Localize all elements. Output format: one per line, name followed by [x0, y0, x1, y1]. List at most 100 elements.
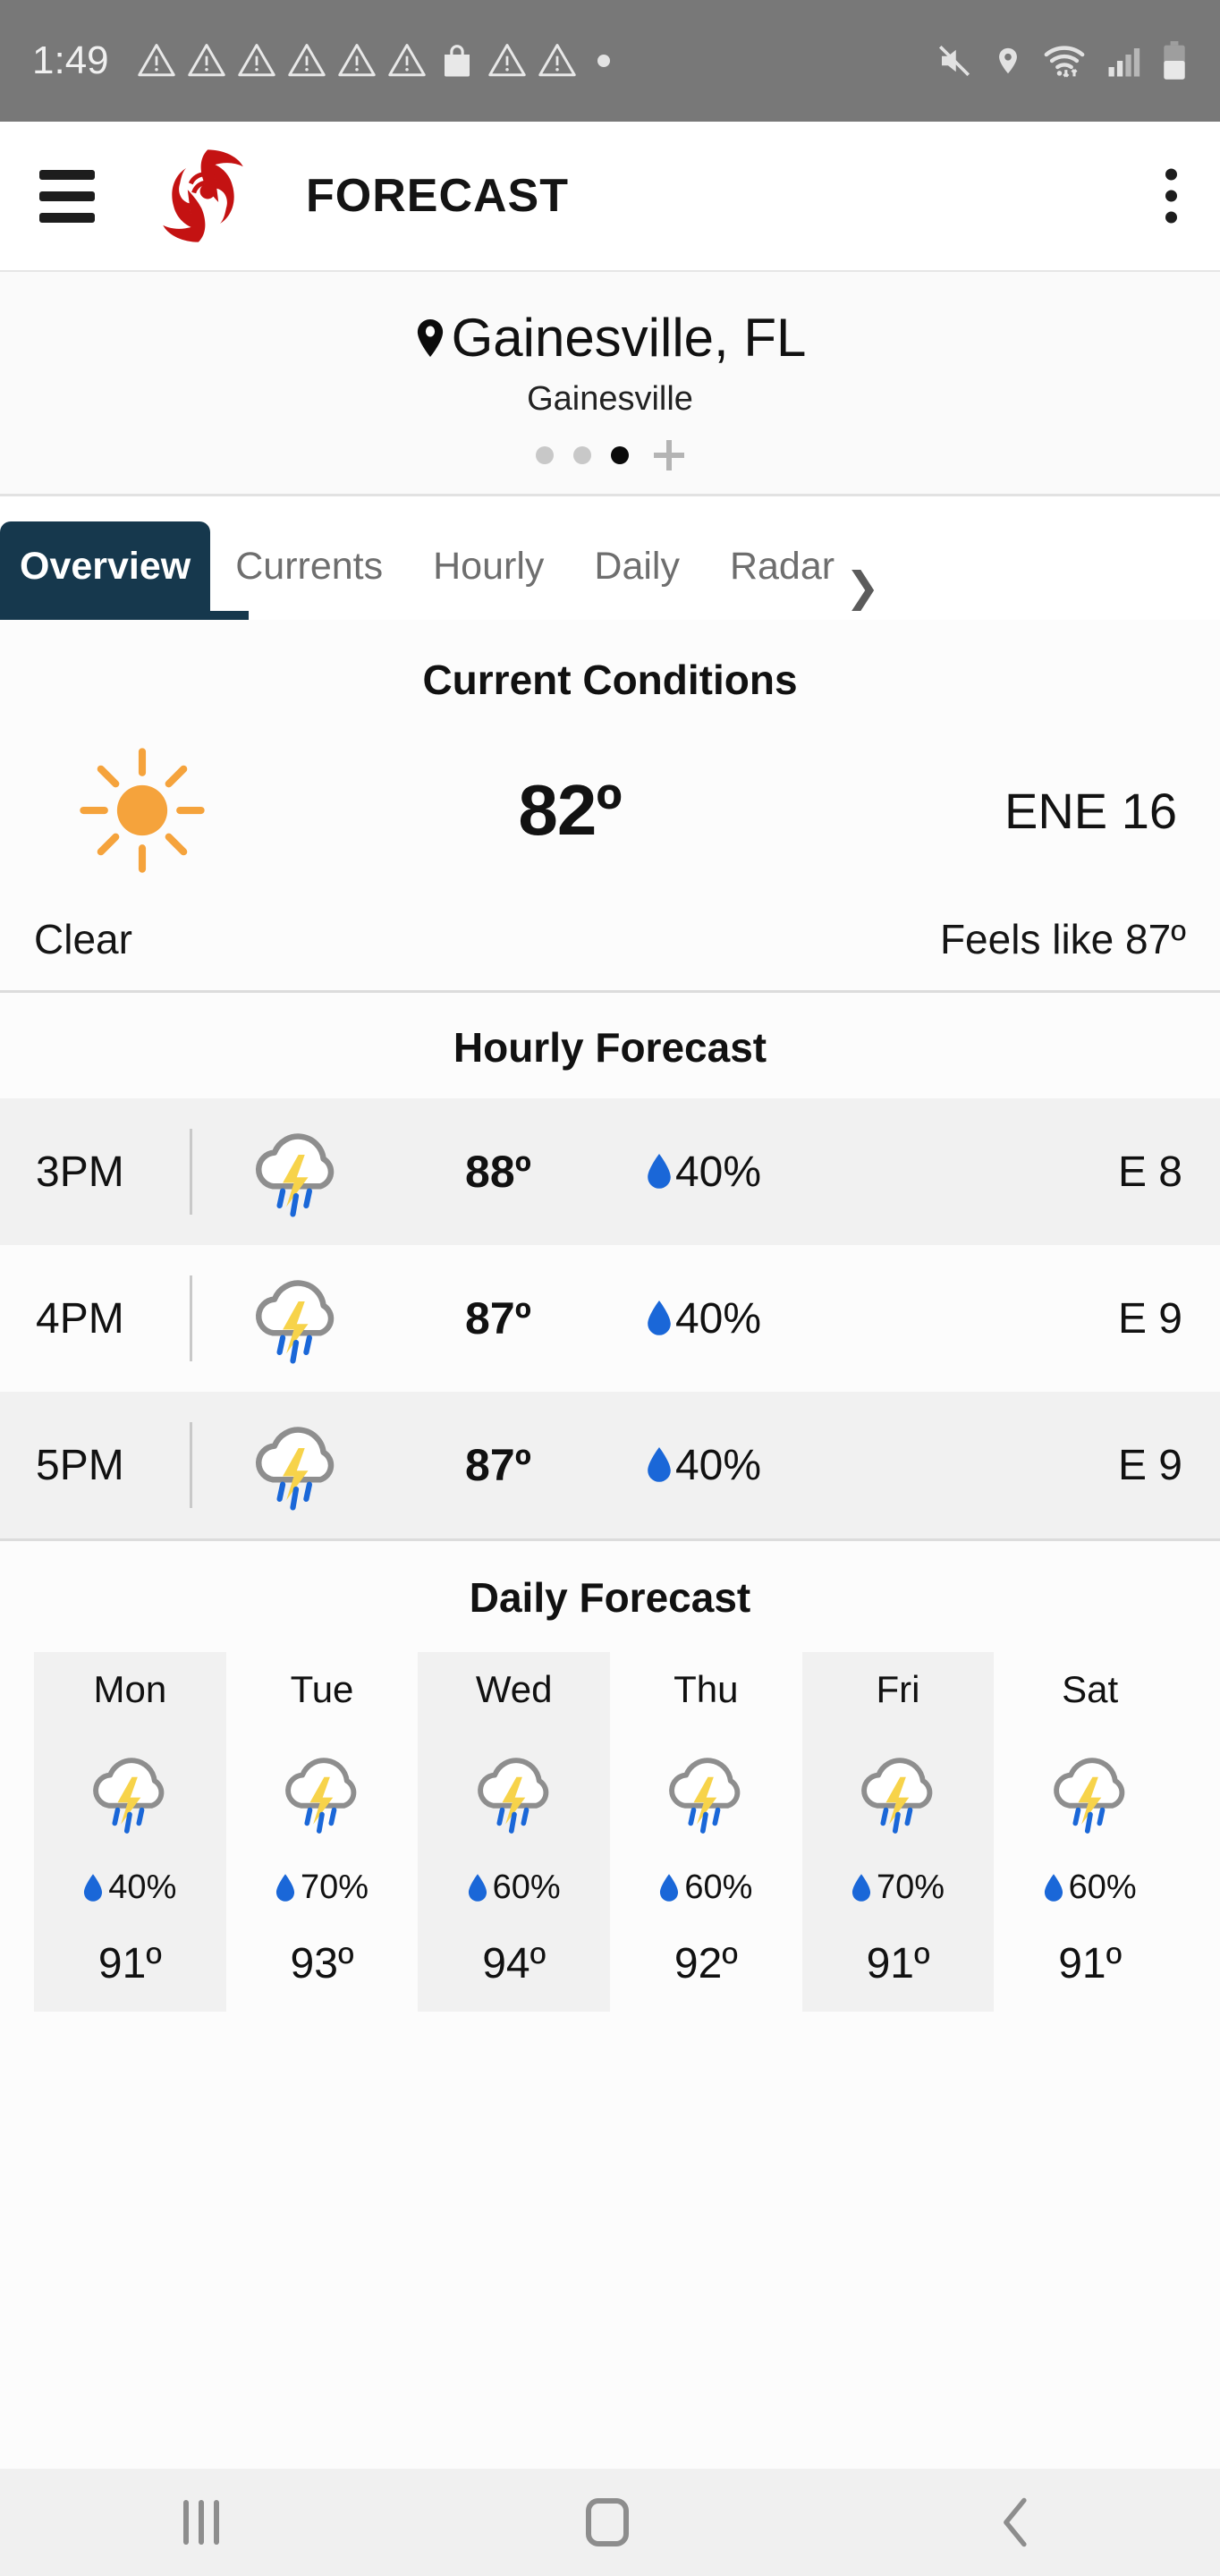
daily-day: Wed — [475, 1668, 553, 1710]
hourly-wind: E 9 — [1117, 1441, 1182, 1489]
water-drop-icon — [648, 1301, 671, 1335]
thunderstorm-icon — [34, 1740, 226, 1845]
hourly-time: 5PM — [36, 1441, 124, 1489]
map-pin-icon — [417, 318, 443, 357]
daily-temperature: 91º — [1058, 1940, 1123, 1987]
kebab-menu-icon[interactable] — [1165, 168, 1177, 224]
thunderstorm-icon — [994, 1740, 1186, 1845]
water-drop-icon — [275, 1873, 295, 1902]
water-drop-icon — [648, 1447, 671, 1482]
daily-column[interactable]: Tue 70% 93º — [226, 1652, 419, 2012]
tab-overview[interactable]: Overview — [0, 521, 211, 611]
status-bar-clock: 1:49 — [32, 38, 109, 82]
tab-bar: Overview Currents Hourly Daily Radar ❯ — [0, 496, 1220, 611]
daily-temperature: 91º — [866, 1940, 930, 1987]
add-location-button[interactable] — [654, 440, 684, 470]
recents-icon[interactable] — [183, 2500, 219, 2545]
page-title: FORECAST — [306, 170, 569, 222]
hourly-wind: E 9 — [1117, 1294, 1182, 1343]
hourly-row[interactable]: 5PM 87º 40% E 9 — [0, 1392, 1220, 1538]
pager-dot[interactable] — [573, 446, 591, 464]
hourly-rows: 3PM 88º 40% E 8 4PM 87º 40% E 9 5PM 87º … — [0, 1098, 1220, 1538]
current-conditions-title: Current Conditions — [422, 657, 798, 703]
warning-icon — [337, 44, 376, 77]
daily-day: Thu — [674, 1668, 739, 1710]
sun-clear-icon — [30, 743, 254, 877]
daily-precip: 70% — [226, 1868, 419, 1907]
hamburger-menu-icon[interactable] — [39, 169, 95, 223]
status-bar-left: 1:49 — [32, 38, 934, 83]
home-icon[interactable] — [586, 2498, 629, 2546]
water-drop-icon — [468, 1873, 487, 1902]
daily-column[interactable]: Fri 70% 91º — [801, 1652, 995, 2012]
current-wind: ENE 16 — [1004, 782, 1177, 839]
android-nav-bar — [0, 2469, 1220, 2576]
thunderstorm-icon — [610, 1740, 802, 1845]
daily-grid: Mon 40% 91º Tue 70% 93º Wed 60% 94º Thu … — [0, 1652, 1220, 2012]
water-drop-icon — [851, 1873, 871, 1902]
hourly-precip-value: 40% — [674, 1441, 762, 1489]
tab-daily[interactable]: Daily — [569, 521, 705, 611]
hourly-row[interactable]: 4PM 87º 40% E 9 — [0, 1245, 1220, 1392]
location-pager — [0, 440, 1220, 470]
location-name-row[interactable]: Gainesville, FL — [0, 309, 1220, 366]
daily-forecast-section: Daily Forecast Mon 40% 91º Tue 70% 93º W… — [0, 1541, 1220, 2469]
thunderstorm-icon — [192, 1114, 400, 1230]
daily-column[interactable]: Wed 60% 94º — [418, 1652, 611, 2012]
water-drop-icon — [84, 1873, 103, 1902]
daily-precip-value: 60% — [1068, 1868, 1137, 1906]
daily-temperature: 93º — [290, 1940, 354, 1987]
daily-precip: 60% — [610, 1868, 802, 1907]
pager-dot-active[interactable] — [611, 446, 629, 464]
daily-temperature: 92º — [674, 1940, 738, 1987]
back-icon[interactable] — [995, 2496, 1037, 2548]
water-drop-icon — [648, 1154, 671, 1189]
hourly-wind: E 8 — [1117, 1148, 1182, 1196]
hourly-temperature: 87º — [465, 1293, 531, 1343]
battery-icon — [1164, 41, 1185, 80]
daily-precip: 70% — [802, 1868, 995, 1907]
thunderstorm-icon — [418, 1740, 610, 1845]
hourly-time: 4PM — [36, 1294, 124, 1343]
thunderstorm-icon — [226, 1740, 419, 1845]
warning-icon — [487, 44, 526, 77]
tab-currents[interactable]: Currents — [210, 521, 408, 611]
daily-forecast-title: Daily Forecast — [469, 1574, 751, 1621]
current-conditions-row: 82º ENE 16 — [0, 743, 1220, 877]
hourly-forecast-title: Hourly Forecast — [453, 1024, 767, 1071]
warning-icon — [287, 44, 326, 77]
hourly-temperature: 87º — [465, 1440, 531, 1490]
tab-hourly[interactable]: Hourly — [408, 521, 569, 611]
daily-precip: 40% — [34, 1868, 226, 1907]
feels-like-text: Feels like 87º — [939, 916, 1186, 962]
daily-column[interactable]: Mon 40% 91º — [34, 1652, 226, 2012]
wifi-icon — [1044, 46, 1085, 78]
location-subname: Gainesville — [527, 380, 693, 418]
status-bar: 1:49 — [0, 0, 1220, 122]
current-temperature: 82º — [518, 770, 622, 850]
pager-dot[interactable] — [536, 446, 554, 464]
daily-precip-value: 60% — [492, 1868, 561, 1906]
hourly-row[interactable]: 3PM 88º 40% E 8 — [0, 1098, 1220, 1245]
thunderstorm-icon — [192, 1407, 400, 1523]
status-bar-right — [934, 40, 1188, 81]
shopping-bag-icon — [444, 45, 470, 77]
thunderstorm-icon — [192, 1260, 400, 1377]
tab-active-underline — [0, 611, 249, 620]
current-conditions-subrow: Clear Feels like 87º — [0, 915, 1220, 963]
daily-precip: 60% — [994, 1868, 1186, 1907]
warning-icon — [387, 44, 426, 77]
location-name: Gainesville, FL — [451, 308, 807, 368]
warning-icon — [237, 44, 275, 77]
daily-precip-value: 60% — [684, 1868, 753, 1906]
hourly-precip-value: 40% — [674, 1294, 762, 1343]
tab-radar-label: Radar — [729, 544, 835, 588]
daily-column[interactable]: Thu 60% 92º — [610, 1652, 802, 2012]
daily-column[interactable]: Sat 60% 91º — [994, 1652, 1186, 2012]
water-drop-icon — [1044, 1873, 1063, 1902]
phone-screen: 1:49 FORECAST Gainesville, FL Gainesvill… — [0, 0, 1220, 2576]
location-icon — [999, 47, 1017, 74]
tab-radar[interactable]: Radar — [705, 521, 860, 611]
chevron-right-icon[interactable]: ❯ — [845, 563, 887, 611]
tab-active-underline-row — [0, 611, 1220, 620]
